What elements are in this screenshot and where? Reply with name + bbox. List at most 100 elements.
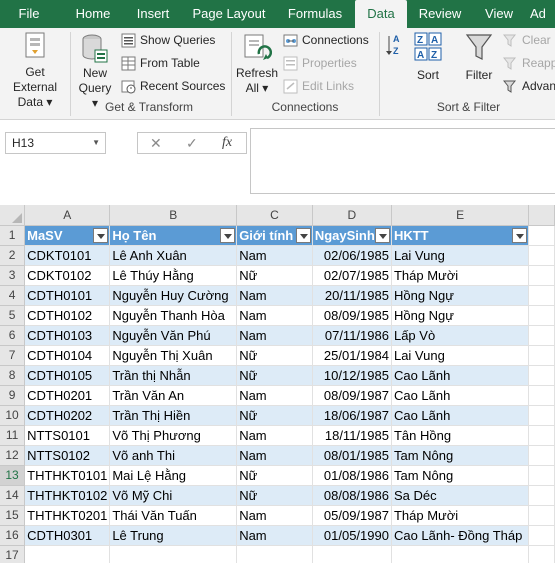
table-cell[interactable]: 08/08/1986: [312, 485, 392, 506]
table-cell[interactable]: Nguyễn Thanh Hòa: [109, 305, 238, 326]
row-header[interactable]: 14: [0, 485, 26, 506]
insert-function-icon[interactable]: fx: [222, 133, 232, 153]
table-cell[interactable]: Võ anh Thi: [109, 445, 238, 466]
empty-cell[interactable]: [528, 505, 555, 526]
table-cell[interactable]: 20/11/1985: [312, 285, 392, 306]
table-cell[interactable]: Võ Thị Phương: [109, 425, 238, 446]
column-header[interactable]: D: [312, 205, 392, 226]
connections-button[interactable]: Connections: [283, 30, 369, 50]
table-cell[interactable]: Cao Lãnh: [391, 405, 530, 426]
table-cell[interactable]: CDTH0104: [24, 345, 111, 366]
show-queries-button[interactable]: Show Queries: [121, 30, 215, 50]
table-cell[interactable]: Trần thị Nhẫn: [109, 365, 238, 386]
name-box[interactable]: H13 ▼: [5, 132, 106, 154]
filter-dropdown-icon[interactable]: [295, 227, 311, 243]
table-cell[interactable]: Tháp Mười: [391, 505, 530, 526]
tab-data[interactable]: Data: [355, 0, 407, 28]
worksheet-grid[interactable]: A B C D E 1 MaSV Họ Tên Giới tính NgaySinh HK…: [0, 205, 555, 563]
table-cell[interactable]: 08/09/1985: [312, 305, 392, 326]
table-cell[interactable]: CDTH0102: [24, 305, 111, 326]
table-cell[interactable]: THTHKT0101: [24, 465, 111, 486]
table-cell[interactable]: THTHKT0102: [24, 485, 111, 506]
empty-cell[interactable]: [528, 465, 555, 486]
row-header[interactable]: 17: [0, 545, 26, 563]
empty-cell[interactable]: [24, 545, 111, 563]
properties-button[interactable]: Properties: [283, 53, 357, 73]
table-cell[interactable]: Nam: [236, 425, 313, 446]
tab-insert[interactable]: Insert: [124, 0, 182, 28]
recent-sources-button[interactable]: Recent Sources: [121, 76, 225, 96]
table-cell[interactable]: Tam Nông: [391, 465, 530, 486]
empty-cell[interactable]: [528, 225, 555, 246]
row-header[interactable]: 2: [0, 245, 26, 266]
empty-cell[interactable]: [528, 345, 555, 366]
column-header[interactable]: B: [109, 205, 238, 226]
empty-cell[interactable]: [528, 365, 555, 386]
formula-input[interactable]: [250, 128, 555, 194]
row-header[interactable]: 15: [0, 505, 26, 526]
table-cell[interactable]: Sa Déc: [391, 485, 530, 506]
table-cell[interactable]: Nam: [236, 505, 313, 526]
table-cell[interactable]: Lê Trung: [109, 525, 238, 546]
table-cell[interactable]: Mai Lệ Hằng: [109, 465, 238, 486]
table-cell[interactable]: Lê Thúy Hằng: [109, 265, 238, 286]
table-cell[interactable]: 07/11/1986: [312, 325, 392, 346]
empty-cell[interactable]: [528, 245, 555, 266]
table-cell[interactable]: Cao Lãnh- Đồng Tháp: [391, 525, 530, 546]
table-cell[interactable]: Nữ: [236, 405, 313, 426]
empty-cell[interactable]: [236, 545, 313, 563]
table-cell[interactable]: Nguyễn Thị Xuân: [109, 345, 238, 366]
from-table-button[interactable]: From Table: [121, 53, 200, 73]
table-cell[interactable]: Lai Vung: [391, 345, 530, 366]
row-header[interactable]: 11: [0, 425, 26, 446]
table-cell[interactable]: Nguyễn Huy Cường: [109, 285, 238, 306]
empty-cell[interactable]: [528, 265, 555, 286]
sort-ascending-button[interactable]: A Z: [385, 32, 407, 63]
table-cell[interactable]: Nguyễn Văn Phú: [109, 325, 238, 346]
row-header[interactable]: 6: [0, 325, 26, 346]
filter-dropdown-icon[interactable]: [220, 227, 236, 243]
table-cell[interactable]: CDKT0102: [24, 265, 111, 286]
advanced-filter-button[interactable]: Advan: [503, 76, 555, 96]
sort-button[interactable]: Z A A Z Sort: [410, 32, 446, 83]
tab-home[interactable]: Home: [64, 0, 122, 28]
table-cell[interactable]: Trần Văn An: [109, 385, 238, 406]
table-cell[interactable]: 02/07/1985: [312, 265, 392, 286]
refresh-all-button[interactable]: Refresh All ▾: [234, 32, 280, 96]
table-cell[interactable]: 08/01/1985: [312, 445, 392, 466]
empty-cell[interactable]: [528, 405, 555, 426]
empty-cell[interactable]: [528, 285, 555, 306]
row-header[interactable]: 10: [0, 405, 26, 426]
row-header[interactable]: 4: [0, 285, 26, 306]
empty-cell[interactable]: [312, 545, 392, 563]
table-cell[interactable]: Tam Nông: [391, 445, 530, 466]
row-header[interactable]: 1: [0, 225, 26, 246]
row-header[interactable]: 16: [0, 525, 26, 546]
table-cell[interactable]: CDTH0105: [24, 365, 111, 386]
table-cell[interactable]: NTTS0102: [24, 445, 111, 466]
tab-view[interactable]: View: [475, 0, 523, 28]
table-cell[interactable]: 25/01/1984: [312, 345, 392, 366]
empty-cell[interactable]: [109, 545, 238, 563]
clear-filter-button[interactable]: Clear: [503, 30, 551, 50]
table-cell[interactable]: Nam: [236, 245, 313, 266]
table-cell[interactable]: 01/05/1990: [312, 525, 392, 546]
empty-cell[interactable]: [528, 425, 555, 446]
table-header-cell[interactable]: MaSV: [24, 225, 111, 246]
row-header[interactable]: 3: [0, 265, 26, 286]
table-cell[interactable]: Tháp Mười: [391, 265, 530, 286]
table-cell[interactable]: CDTH0201: [24, 385, 111, 406]
table-cell[interactable]: Cao Lãnh: [391, 365, 530, 386]
table-cell[interactable]: Nữ: [236, 365, 313, 386]
tab-review[interactable]: Review: [412, 0, 468, 28]
table-cell[interactable]: Nam: [236, 305, 313, 326]
filter-dropdown-icon[interactable]: [512, 227, 528, 243]
table-cell[interactable]: Nam: [236, 325, 313, 346]
row-header[interactable]: 13: [0, 465, 26, 486]
filter-dropdown-icon[interactable]: [374, 227, 390, 243]
empty-cell[interactable]: [528, 445, 555, 466]
empty-cell[interactable]: [528, 545, 555, 563]
table-header-cell[interactable]: HKTT: [391, 225, 530, 246]
tab-add-ins[interactable]: Ad: [530, 0, 555, 28]
edit-links-button[interactable]: Edit Links: [283, 76, 354, 96]
